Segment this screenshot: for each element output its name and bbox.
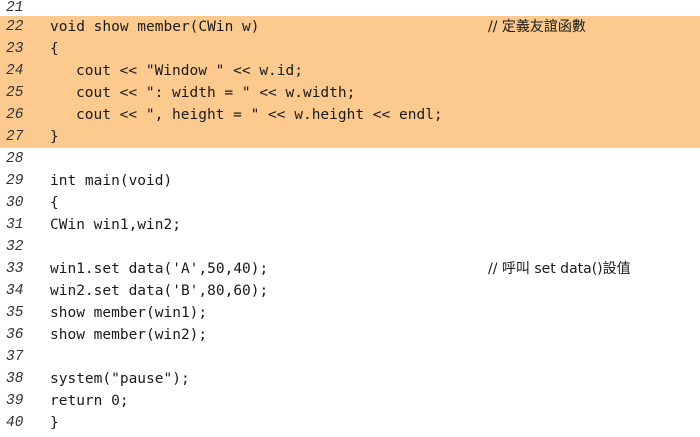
code-text: int main(void) <box>50 173 173 189</box>
line-number: 22 <box>6 19 24 35</box>
code-line: 34 win2.set data('B',80,60); <box>0 280 700 302</box>
code-line: 23 { <box>0 38 700 60</box>
line-number: 24 <box>6 63 24 79</box>
line-number: 26 <box>6 107 24 123</box>
line-number: 29 <box>6 173 24 189</box>
code-line: 39 return 0; <box>0 390 700 412</box>
code-comment: // 呼叫 set data()設值 <box>488 261 631 277</box>
code-line: 25 cout << ": width = " << w.width; <box>0 82 700 104</box>
code-text: system("pause"); <box>50 371 190 387</box>
line-number: 35 <box>6 305 24 321</box>
code-line: 27} <box>0 126 700 148</box>
code-line: 35 show member(win1); <box>0 302 700 324</box>
line-number: 30 <box>6 195 24 211</box>
code-line: 30 { <box>0 192 700 214</box>
code-text: return 0; <box>50 393 129 409</box>
code-text: } <box>50 415 59 431</box>
code-text: show member(win2); <box>50 327 208 343</box>
code-line: 21 <box>0 0 700 16</box>
line-number: 25 <box>6 85 24 101</box>
code-text: cout << ", height = " << w.height << end… <box>76 107 443 123</box>
code-line: 28 <box>0 148 700 170</box>
code-listing: 21 22 void show member(CWin w) // 定義友誼函數 23 {… <box>0 0 700 434</box>
code-line: 26 cout << ", height = " << w.height << e… <box>0 104 700 126</box>
code-line: 40} <box>0 412 700 434</box>
code-line: 33 win1.set data('A',50,40); // 呼叫 set dat… <box>0 258 700 280</box>
code-text: cout << ": width = " << w.width; <box>76 85 356 101</box>
code-text: show member(win1); <box>50 305 208 321</box>
code-line: 32 <box>0 236 700 258</box>
code-comment: // 定義友誼函數 <box>488 19 586 35</box>
code-text: { <box>50 41 59 57</box>
line-number: 31 <box>6 217 24 233</box>
code-line: 31 CWin win1,win2; <box>0 214 700 236</box>
line-number: 23 <box>6 41 24 57</box>
line-number: 27 <box>6 129 24 145</box>
line-number: 21 <box>6 0 24 16</box>
code-text: win2.set data('B',80,60); <box>50 283 269 299</box>
line-number: 39 <box>6 393 24 409</box>
code-text: CWin win1,win2; <box>50 217 181 233</box>
line-number: 40 <box>6 415 24 431</box>
line-number: 38 <box>6 371 24 387</box>
code-line: 29 int main(void) <box>0 170 700 192</box>
code-line: 38 system("pause"); <box>0 368 700 390</box>
code-text: cout << "Window " << w.id; <box>76 63 303 79</box>
line-number: 36 <box>6 327 24 343</box>
code-line: 37 <box>0 346 700 368</box>
code-line: 36 show member(win2); <box>0 324 700 346</box>
line-number: 34 <box>6 283 24 299</box>
line-number: 32 <box>6 239 24 255</box>
line-number: 37 <box>6 349 24 365</box>
line-number: 28 <box>6 151 24 167</box>
code-text: win1.set data('A',50,40); <box>50 261 269 277</box>
code-line: 22 void show member(CWin w) // 定義友誼函數 <box>0 16 700 38</box>
code-text: void show member(CWin w) <box>50 19 260 35</box>
code-text: { <box>50 195 59 211</box>
line-number: 33 <box>6 261 24 277</box>
code-text: } <box>50 129 59 145</box>
code-line: 24 cout << "Window " << w.id; <box>0 60 700 82</box>
